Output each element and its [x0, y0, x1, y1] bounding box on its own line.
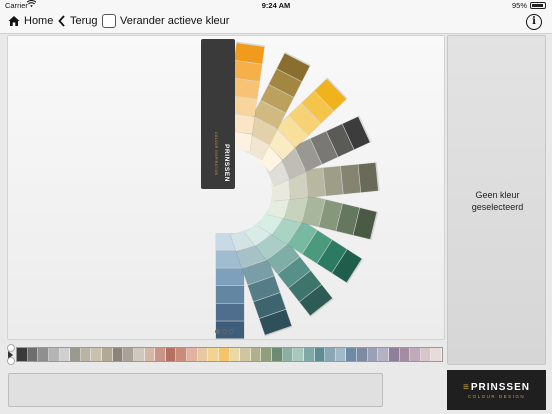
color-swatch[interactable]	[250, 348, 262, 361]
color-swatch[interactable]	[59, 348, 71, 361]
color-swatch[interactable]	[123, 348, 134, 361]
chevron-left-icon	[58, 15, 65, 27]
color-swatch[interactable]	[261, 348, 272, 361]
color-swatch[interactable]	[229, 348, 241, 361]
color-swatch[interactable]	[367, 348, 379, 361]
color-swatch[interactable]	[282, 348, 294, 361]
back-label: Terug	[70, 15, 98, 27]
fan-brand-name: PRINSSEN	[223, 144, 230, 182]
color-swatch[interactable]	[357, 348, 368, 361]
battery-percentage: 95%	[511, 1, 527, 10]
fan-color-chip[interactable]	[305, 167, 326, 198]
color-strip[interactable]	[16, 347, 443, 362]
color-swatch[interactable]	[399, 348, 411, 361]
brand-logo: PRINSSEN COLOUR DESIGN	[447, 370, 546, 410]
brand-tagline: COLOUR DESIGN	[467, 393, 526, 399]
color-fan-panel: PRINSSEN COLOUR INSPIRATION	[7, 35, 445, 340]
checkbox[interactable]	[102, 14, 116, 28]
color-swatch[interactable]	[325, 348, 336, 361]
fan-cover-strip: PRINSSEN COLOUR INSPIRATION	[201, 39, 235, 189]
color-swatch[interactable]	[218, 348, 230, 361]
color-swatch[interactable]	[208, 348, 219, 361]
color-swatch[interactable]	[144, 348, 156, 361]
color-swatch[interactable]	[70, 348, 81, 361]
brand-name: PRINSSEN	[463, 382, 530, 393]
color-swatch[interactable]	[314, 348, 326, 361]
color-swatch[interactable]	[38, 348, 49, 361]
color-fan-deck[interactable]: PRINSSEN COLOUR INSPIRATION	[8, 36, 445, 340]
color-swatch[interactable]	[303, 348, 315, 361]
status-bar: Carrier 9:24 AM 95%	[0, 0, 552, 11]
page-indicator[interactable]	[215, 329, 234, 334]
color-swatch[interactable]	[388, 348, 400, 361]
color-swatch[interactable]	[176, 348, 187, 361]
clock: 9:24 AM	[261, 1, 291, 10]
color-swatch[interactable]	[410, 348, 421, 361]
info-button[interactable]: i	[526, 14, 542, 30]
color-swatch[interactable]	[155, 348, 166, 361]
color-swatch[interactable]	[133, 348, 145, 361]
color-swatch[interactable]	[187, 348, 198, 361]
color-swatch[interactable]	[80, 348, 92, 361]
color-swatch[interactable]	[240, 348, 251, 361]
home-label: Home	[24, 15, 54, 27]
fan-color-chip[interactable]	[340, 164, 361, 195]
fan-color-chip[interactable]	[216, 303, 244, 321]
fan-color-chip[interactable]	[216, 286, 244, 304]
color-swatch[interactable]	[335, 348, 347, 361]
color-swatch[interactable]	[27, 348, 39, 361]
color-swatch[interactable]	[165, 348, 177, 361]
color-swatch[interactable]	[431, 348, 442, 361]
color-swatch[interactable]	[48, 348, 60, 361]
color-swatch[interactable]	[378, 348, 389, 361]
change-active-color-toggle[interactable]: Verander actieve kleur	[102, 14, 229, 28]
strip-slider-handle[interactable]	[7, 344, 16, 365]
fan-color-chip[interactable]	[323, 166, 343, 196]
color-swatch[interactable]	[272, 348, 283, 361]
color-swatch[interactable]	[293, 348, 304, 361]
battery-icon	[530, 2, 546, 9]
home-button[interactable]: Home	[8, 15, 53, 27]
color-swatch[interactable]	[346, 348, 357, 361]
fan-color-chip[interactable]	[358, 162, 379, 193]
color-strip-scrubber	[7, 343, 445, 366]
navigation-bar: Home Terug Verander actieve kleur i	[0, 11, 552, 34]
back-button[interactable]: Terug	[58, 15, 98, 27]
page-dot[interactable]	[215, 329, 220, 334]
page-dot[interactable]	[222, 329, 227, 334]
color-swatch[interactable]	[420, 348, 432, 361]
home-icon	[8, 16, 20, 26]
change-active-color-label: Verander actieve kleur	[120, 15, 230, 27]
fan-brand-tagline: COLOUR INSPIRATION	[214, 132, 218, 176]
page-dot[interactable]	[229, 329, 234, 334]
selected-color-panel: Geen kleur geselecteerd	[447, 35, 546, 365]
color-swatch[interactable]	[91, 348, 102, 361]
fan-color-chip[interactable]	[216, 268, 244, 286]
color-swatch[interactable]	[112, 348, 124, 361]
color-swatch[interactable]	[197, 348, 209, 361]
no-color-selected-text: Geen kleur geselecteerd	[471, 190, 524, 212]
color-swatch[interactable]	[17, 348, 28, 361]
color-swatch[interactable]	[102, 348, 113, 361]
color-notes-field[interactable]	[8, 373, 383, 407]
